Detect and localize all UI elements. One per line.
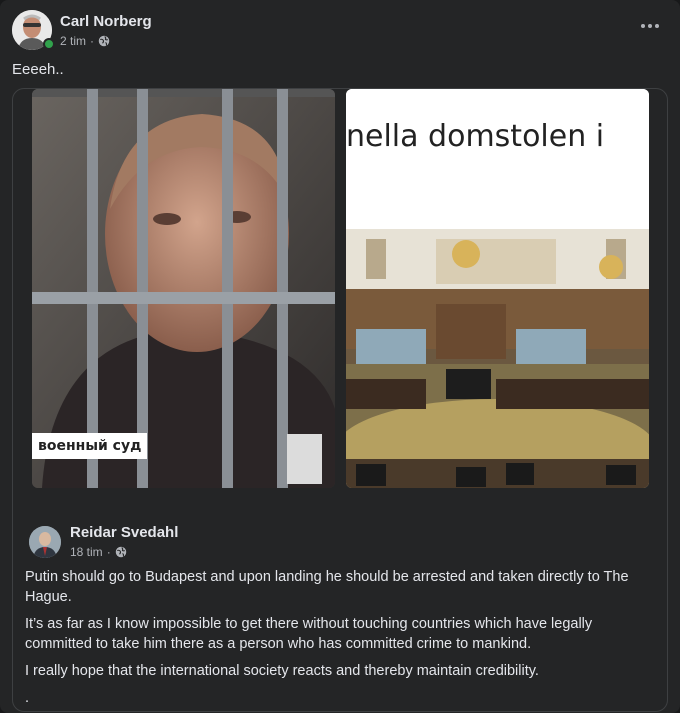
shared-paragraph: .: [25, 690, 30, 706]
ellipsis-icon: [641, 24, 645, 28]
shared-post-body: Putin should go to Budapest and upon lan…: [25, 567, 655, 711]
shared-paragraph: It’s as far as I know impossible to get …: [25, 616, 593, 652]
shared-image-left[interactable]: военный суд: [32, 89, 335, 488]
shared-paragraph: I really hope that the international soc…: [25, 663, 539, 679]
shared-avatar-photo: [29, 525, 61, 558]
globe-icon[interactable]: [98, 35, 110, 47]
meta-separator: ·: [90, 33, 95, 48]
post-author-name[interactable]: Carl Norberg: [60, 12, 152, 31]
meta-separator: ·: [106, 545, 111, 559]
post-header: Carl Norberg 2 tim ·: [12, 10, 152, 50]
post-timestamp[interactable]: 2 tim: [60, 33, 86, 49]
shared-post[interactable]: военный суд nella domstolen i Reidar Sve…: [12, 88, 668, 712]
prison-bars-photo: [32, 89, 335, 488]
shared-author-name[interactable]: Reidar Svedahl: [70, 523, 178, 542]
shared-author-row: Reidar Svedahl 18 tim ·: [29, 523, 178, 560]
globe-icon[interactable]: [115, 546, 127, 558]
post-text: Eeeeh..: [12, 61, 64, 78]
image-caption: военный суд: [32, 433, 148, 459]
shared-timestamp[interactable]: 18 tim: [70, 544, 103, 560]
shared-author-avatar[interactable]: [29, 525, 61, 558]
shared-paragraph: Putin should go to Budapest and upon lan…: [25, 569, 629, 605]
more-options-button[interactable]: [634, 14, 666, 38]
image-banner-text: nella domstolen i: [346, 119, 605, 154]
feed-post-card: Carl Norberg 2 tim · Eeeeh.. военный суд…: [0, 0, 680, 713]
shared-image-right[interactable]: nella domstolen i: [346, 89, 649, 488]
online-status-dot: [43, 38, 55, 50]
